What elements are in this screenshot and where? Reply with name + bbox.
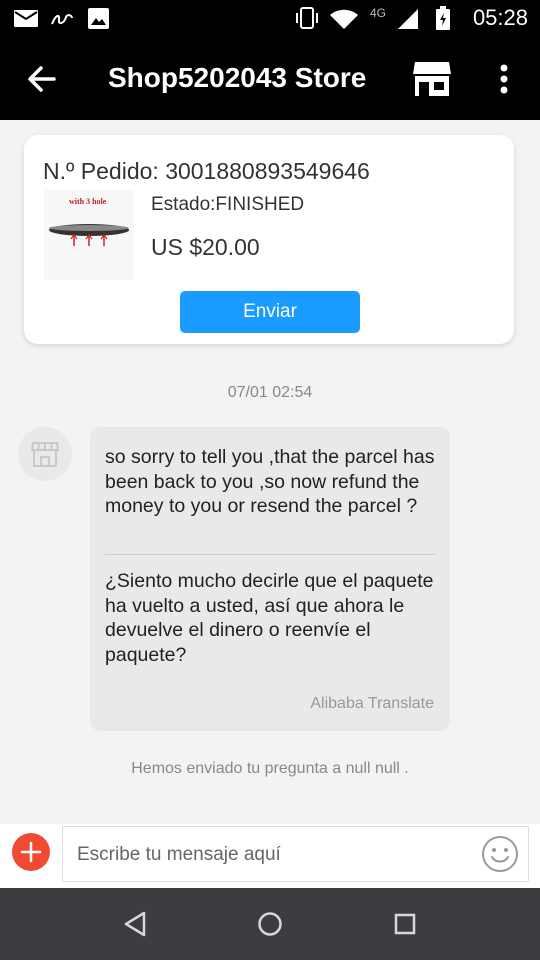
order-number: N.º Pedido: 3001880893549646 — [43, 158, 370, 184]
send-order-button[interactable]: Enviar — [180, 291, 360, 333]
message-timestamp: 07/01 02:54 — [227, 384, 313, 401]
plus-icon — [20, 841, 42, 863]
order-status: Estado:FINISHED — [151, 194, 305, 215]
system-note: Hemos enviado tu pregunta a null null . — [131, 760, 409, 777]
clock: 05:28 — [472, 5, 528, 30]
message-field[interactable] — [62, 826, 529, 882]
translator-label: Alibaba Translate — [310, 695, 434, 712]
network-type: 4G — [370, 6, 387, 20]
image-icon — [88, 8, 109, 29]
seller-avatar[interactable] — [18, 427, 72, 481]
translation-divider — [105, 554, 435, 555]
thumbnail-caption: with 3 hole — [69, 197, 107, 206]
message-translated-text: ¿Siento mucho decirle que el paquete ha … — [105, 570, 434, 666]
app-logo-icon — [51, 14, 73, 25]
status-bar: 4G 05:28 — [0, 0, 540, 38]
message-original-text: so sorry to tell you ,that the parcel ha… — [105, 446, 435, 517]
signal-icon — [398, 9, 418, 29]
order-price: US $20.00 — [151, 234, 260, 260]
recents-square-icon[interactable] — [393, 910, 417, 938]
mail-icon — [14, 10, 38, 27]
vibrate-icon — [296, 7, 318, 29]
store-avatar-icon — [31, 442, 59, 467]
message-bubble[interactable]: so sorry to tell you ,that the parcel ha… — [90, 427, 450, 731]
order-card[interactable]: N.º Pedido: 3001880893549646 with 3 hole… — [24, 135, 514, 344]
message-input[interactable] — [75, 835, 474, 875]
battery-icon — [436, 6, 450, 30]
wifi-icon — [330, 9, 358, 29]
emoji-icon[interactable] — [481, 835, 519, 873]
more-vert-icon[interactable] — [492, 62, 516, 96]
back-triangle-icon[interactable] — [122, 910, 148, 938]
system-nav-bar — [0, 888, 540, 960]
store-icon[interactable] — [412, 60, 452, 98]
back-arrow-icon[interactable] — [26, 62, 58, 96]
top-toolbar: Shop5202043 Store — [0, 38, 540, 120]
home-circle-icon[interactable] — [256, 910, 284, 938]
composer-bar — [0, 824, 540, 888]
store-title: Shop5202043 Store — [108, 62, 367, 93]
add-attachment-button[interactable] — [12, 833, 50, 871]
